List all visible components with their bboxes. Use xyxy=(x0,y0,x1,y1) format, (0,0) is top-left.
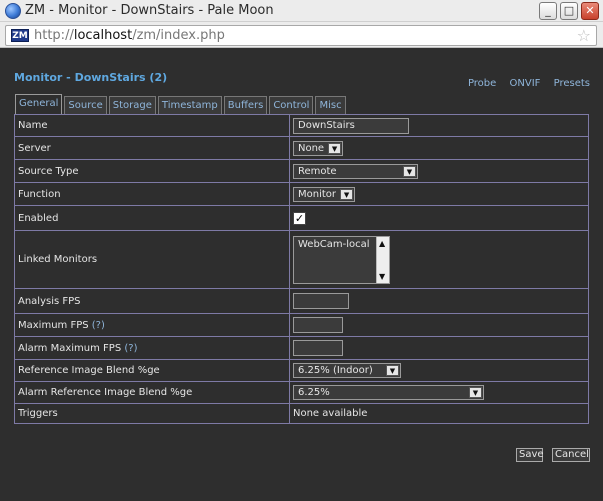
window-titlebar: ZM - Monitor - DownStairs - Pale Moon _ … xyxy=(0,0,603,22)
alarm-max-fps-input[interactable] xyxy=(293,340,343,356)
chevron-down-icon: ▼ xyxy=(386,365,399,376)
max-fps-cell xyxy=(289,313,589,337)
pale-moon-icon xyxy=(5,3,21,19)
alarm-max-fps-cell xyxy=(289,336,589,360)
probe-link[interactable]: Probe xyxy=(468,78,496,89)
ref-blend-label: Reference Image Blend %ge xyxy=(14,359,290,382)
row-triggers: Triggers None available xyxy=(14,403,589,424)
page-content: Monitor - DownStairs (2) Probe ONVIF Pre… xyxy=(0,49,603,501)
tab-misc[interactable]: Misc xyxy=(315,96,346,114)
url-path: /zm/index.php xyxy=(132,28,225,43)
alarm-max-fps-label: Alarm Maximum FPS xyxy=(18,342,122,354)
name-cell: DownStairs xyxy=(289,114,589,137)
tab-control[interactable]: Control xyxy=(269,96,314,114)
source-type-cell: Remote ▼ xyxy=(289,159,589,183)
row-alarm-max-fps: Alarm Maximum FPS (?) xyxy=(14,336,589,360)
server-select[interactable]: None ▼ xyxy=(293,140,344,156)
server-cell: None ▼ xyxy=(289,136,589,160)
monitor-form-table: Name DownStairs Server None ▼ Source Type… xyxy=(14,114,589,424)
row-source-type: Source Type Remote ▼ xyxy=(14,159,589,183)
row-enabled: Enabled ✓ xyxy=(14,205,589,231)
bookmark-star-icon[interactable]: ☆ xyxy=(577,26,591,45)
function-select[interactable]: Monitor ▼ xyxy=(293,186,356,202)
alarm-max-fps-help-link[interactable]: (?) xyxy=(124,343,137,354)
function-cell: Monitor ▼ xyxy=(289,182,589,206)
top-links: Probe ONVIF Presets xyxy=(458,78,590,89)
source-type-label: Source Type xyxy=(14,159,290,183)
presets-link[interactable]: Presets xyxy=(554,78,590,89)
listbox-scrollbar[interactable]: ▲ ▼ xyxy=(376,236,389,283)
name-label: Name xyxy=(14,114,290,137)
row-function: Function Monitor ▼ xyxy=(14,182,589,206)
name-input[interactable]: DownStairs xyxy=(293,117,409,134)
maximize-button[interactable]: □ xyxy=(560,2,578,20)
triggers-value: None available xyxy=(289,403,589,424)
url-bar: ZM http://localhost/zm/index.php ☆ xyxy=(0,22,603,48)
chevron-down-icon: ▼ xyxy=(403,165,416,177)
linked-monitors-label: Linked Monitors xyxy=(14,230,290,289)
ref-blend-value: 6.25% (Indoor) xyxy=(298,365,373,376)
row-server: Server None ▼ xyxy=(14,136,589,160)
address-field[interactable]: ZM http://localhost/zm/index.php ☆ xyxy=(5,25,597,46)
scroll-down-icon[interactable]: ▼ xyxy=(379,272,385,281)
url-prefix: http:// xyxy=(34,28,74,43)
url-text[interactable]: http://localhost/zm/index.php xyxy=(34,28,225,43)
scroll-up-icon[interactable]: ▲ xyxy=(379,239,385,248)
page-title: Monitor - DownStairs (2) xyxy=(14,71,168,84)
ref-blend-cell: 6.25% (Indoor) ▼ xyxy=(289,359,589,382)
close-button[interactable]: ✕ xyxy=(581,2,599,20)
analysis-fps-cell xyxy=(289,288,589,314)
linked-monitor-option[interactable]: WebCam-local xyxy=(298,239,370,250)
tab-bar: General Source Storage Timestamp Buffers Cont… xyxy=(15,94,348,114)
triggers-label: Triggers xyxy=(14,403,290,424)
row-analysis-fps: Analysis FPS xyxy=(14,288,589,314)
enabled-cell: ✓ xyxy=(289,205,589,231)
cancel-button[interactable]: Cancel xyxy=(552,448,590,462)
function-value: Monitor xyxy=(298,188,337,200)
server-label: Server xyxy=(14,136,290,160)
row-linked-monitors: Linked Monitors WebCam-local ▲ ▼ xyxy=(14,230,589,289)
row-alarm-ref-blend: Alarm Reference Image Blend %ge 6.25% ▼ xyxy=(14,381,589,404)
max-fps-input[interactable] xyxy=(293,317,343,333)
source-type-value: Remote xyxy=(298,165,337,177)
row-max-fps: Maximum FPS (?) xyxy=(14,313,589,337)
enabled-checkbox[interactable]: ✓ xyxy=(293,211,306,225)
alarm-ref-blend-label: Alarm Reference Image Blend %ge xyxy=(14,381,290,404)
chevron-down-icon: ▼ xyxy=(469,387,482,398)
save-button[interactable]: Save xyxy=(516,448,544,462)
tab-general[interactable]: General xyxy=(15,94,63,114)
zm-favicon-icon: ZM xyxy=(11,29,29,42)
function-label: Function xyxy=(14,182,290,206)
linked-monitors-cell: WebCam-local ▲ ▼ xyxy=(289,230,589,289)
ref-blend-select[interactable]: 6.25% (Indoor) ▼ xyxy=(293,363,401,378)
tab-timestamp[interactable]: Timestamp xyxy=(157,96,222,114)
enabled-label: Enabled xyxy=(14,205,290,231)
analysis-fps-label: Analysis FPS xyxy=(14,288,290,314)
url-host: localhost xyxy=(73,28,133,43)
max-fps-help-link[interactable]: (?) xyxy=(92,320,105,331)
window-title: ZM - Monitor - DownStairs - Pale Moon xyxy=(25,3,274,18)
tab-storage[interactable]: Storage xyxy=(108,96,156,114)
linked-monitors-listbox[interactable]: WebCam-local ▲ ▼ xyxy=(293,235,390,284)
onvif-link[interactable]: ONVIF xyxy=(510,78,541,89)
source-type-select[interactable]: Remote ▼ xyxy=(293,163,418,179)
tab-buffers[interactable]: Buffers xyxy=(223,96,268,114)
alarm-ref-blend-select[interactable]: 6.25% ▼ xyxy=(293,385,484,400)
row-ref-blend: Reference Image Blend %ge 6.25% (Indoor)… xyxy=(14,359,589,382)
alarm-max-fps-label-cell: Alarm Maximum FPS (?) xyxy=(14,336,290,360)
alarm-ref-blend-value: 6.25% xyxy=(298,387,330,398)
server-value: None xyxy=(298,142,325,154)
analysis-fps-input[interactable] xyxy=(293,293,349,309)
tab-source[interactable]: Source xyxy=(64,96,107,114)
minimize-button[interactable]: _ xyxy=(539,2,557,20)
max-fps-label: Maximum FPS xyxy=(18,319,89,331)
chevron-down-icon: ▼ xyxy=(328,142,342,154)
max-fps-label-cell: Maximum FPS (?) xyxy=(14,313,290,337)
row-name: Name DownStairs xyxy=(14,114,589,137)
chevron-down-icon: ▼ xyxy=(340,188,354,200)
alarm-ref-blend-cell: 6.25% ▼ xyxy=(289,381,589,404)
